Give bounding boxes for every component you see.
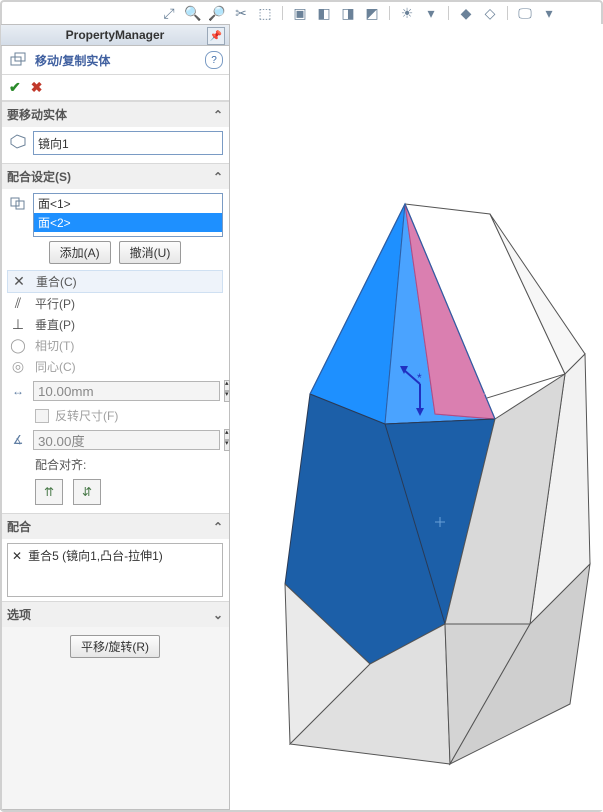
scene-icon[interactable]: ◇ <box>481 4 499 22</box>
faces-icon <box>7 193 29 213</box>
section-options[interactable]: 选项 ⌄ <box>1 602 229 627</box>
screen-chev-icon[interactable]: ▾ <box>540 4 558 22</box>
section-view-icon[interactable]: ✂ <box>232 4 250 22</box>
iso-icon[interactable]: ◧ <box>315 4 333 22</box>
coincident-icon: ✕ <box>8 273 30 290</box>
pm-title: PropertyManager <box>66 28 165 42</box>
body-item: 镜向1 <box>38 135 69 152</box>
perpendicular-icon: ⊥ <box>7 316 29 333</box>
angle-icon: ∡ <box>7 430 29 450</box>
mate-entities-list[interactable]: 面<1> 面<2> <box>33 193 223 237</box>
bodies-input[interactable]: 镜向1 <box>33 131 223 155</box>
list-item[interactable]: ✕ 重合5 (镜向1,凸台-拉伸1) <box>10 546 220 565</box>
view-toolbar: ⤢ 🔍 🔎 ✂ ⬚ ▣ ◧ ◨ ◩ ☀ ▾ ◆ ◇ 🖵 ▾ <box>0 0 603 24</box>
pm-header: PropertyManager 📌 <box>1 24 229 46</box>
mate-tangent: ◯ 相切(T) <box>7 335 223 356</box>
align-same-button[interactable]: ⇈ <box>35 479 63 505</box>
list-item[interactable]: 面<1> <box>34 194 222 213</box>
orient-icon[interactable]: ⬚ <box>256 4 274 22</box>
svg-text:*: * <box>417 371 422 385</box>
add-button[interactable]: 添加(A) <box>49 241 111 264</box>
section-title: 要移动实体 <box>7 106 67 123</box>
body-icon <box>7 131 29 151</box>
zoom-area-icon[interactable]: 🔍 <box>184 4 202 22</box>
chevron-down-icon: ⌄ <box>213 608 223 622</box>
mate-coincident[interactable]: ✕ 重合(C) <box>7 270 223 293</box>
screen-icon[interactable]: 🖵 <box>516 4 534 22</box>
translate-rotate-button[interactable]: 平移/旋转(R) <box>70 635 160 658</box>
concentric-icon: ◎ <box>7 358 29 375</box>
section-mates[interactable]: 配合 ⌃ <box>1 514 229 539</box>
section-title: 配合设定(S) <box>7 168 71 185</box>
cancel-button[interactable]: ✖ <box>31 79 43 96</box>
align-anti-button[interactable]: ⇵ <box>73 479 101 505</box>
chevron-up-icon: ⌃ <box>213 520 223 534</box>
list-item[interactable]: 面<2> <box>34 213 222 232</box>
right-icon[interactable]: ◩ <box>363 4 381 22</box>
undo-button[interactable]: 撤消(U) <box>119 241 182 264</box>
appearance-icon[interactable]: ◆ <box>457 4 475 22</box>
angle-input <box>33 430 220 450</box>
parallel-icon: ⫽ <box>7 295 29 312</box>
distance-input <box>33 381 220 401</box>
property-manager-panel: PropertyManager 📌 移动/复制实体 ? ✔ ✖ 要移动实体 ⌃ <box>0 24 230 810</box>
hide-show-icon[interactable]: ☀ <box>398 4 416 22</box>
chevron-up-icon: ⌃ <box>213 108 223 122</box>
angle-spinner: ▴▾ <box>224 429 230 451</box>
front-icon[interactable]: ◨ <box>339 4 357 22</box>
mate-perpendicular[interactable]: ⊥ 垂直(P) <box>7 314 223 335</box>
graphics-viewport[interactable]: * <box>230 24 603 810</box>
section-mate-settings[interactable]: 配合设定(S) ⌃ <box>1 164 229 189</box>
section-bodies-to-move[interactable]: 要移动实体 ⌃ <box>1 102 229 127</box>
distance-icon: ↔ <box>7 381 29 401</box>
zoom-prev-icon[interactable]: 🔎 <box>208 4 226 22</box>
zoom-fit-icon[interactable]: ⤢ <box>160 4 178 22</box>
mate-parallel[interactable]: ⫽ 平行(P) <box>7 293 223 314</box>
ok-button[interactable]: ✔ <box>9 79 21 96</box>
distance-spinner: ▴▾ <box>224 380 230 402</box>
command-title: 移动/复制实体 <box>35 52 110 69</box>
display-style-icon[interactable]: ▣ <box>291 4 309 22</box>
reverse-checkbox: 反转尺寸(F) <box>7 405 223 426</box>
command-header: 移动/复制实体 ? <box>1 46 229 75</box>
pin-icon[interactable]: 📌 <box>207 27 225 45</box>
ok-cancel-row: ✔ ✖ <box>1 75 229 101</box>
help-icon[interactable]: ? <box>205 51 223 69</box>
chevron-up-icon: ⌃ <box>213 170 223 184</box>
coincident-icon: ✕ <box>12 549 22 563</box>
tangent-icon: ◯ <box>7 337 29 354</box>
mates-list[interactable]: ✕ 重合5 (镜向1,凸台-拉伸1) <box>7 543 223 597</box>
move-copy-icon <box>7 50 29 70</box>
section-title: 选项 <box>7 606 31 623</box>
section-title: 配合 <box>7 518 31 535</box>
align-label: 配合对齐: <box>7 454 223 475</box>
mate-concentric: ◎ 同心(C) <box>7 356 223 377</box>
hide-show-chev-icon[interactable]: ▾ <box>422 4 440 22</box>
